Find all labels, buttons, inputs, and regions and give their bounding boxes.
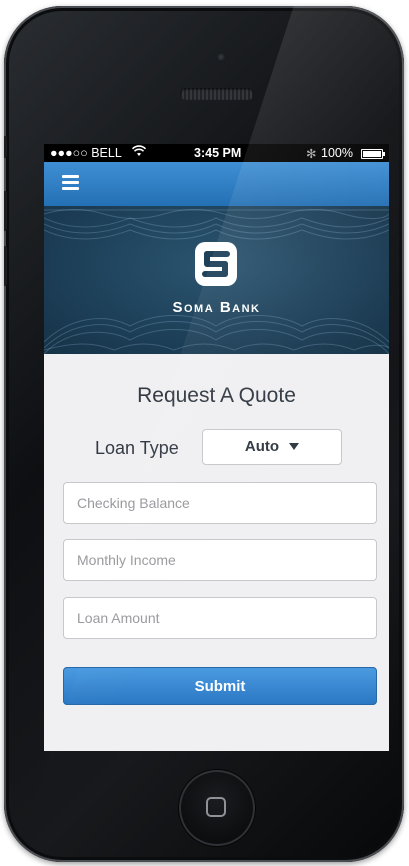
loan-type-label: Loan Type	[95, 438, 179, 458]
dropdown-caret-icon	[289, 443, 300, 450]
home-square-icon	[206, 797, 226, 817]
battery-percent: 100%	[321, 146, 353, 160]
page-title: Request A Quote	[137, 384, 296, 407]
home-button[interactable]	[179, 770, 255, 846]
bank-banner: Soma Bank	[44, 206, 389, 354]
front-camera	[216, 52, 226, 62]
mute-switch	[4, 136, 7, 158]
loan-type-value: Auto	[244, 438, 280, 455]
checking-balance-input[interactable]	[63, 482, 377, 524]
clock: 3:45 PM	[194, 146, 242, 160]
loan-amount-input[interactable]	[63, 597, 377, 639]
status-bar: ●●●○○ BELL 3:45 PM ✻ 100%	[44, 144, 389, 162]
hamburger-menu-icon[interactable]	[62, 175, 79, 190]
loan-type-select[interactable]: Auto	[202, 429, 342, 465]
nav-bar	[44, 162, 389, 206]
wifi-icon	[131, 145, 147, 160]
battery-icon	[361, 149, 385, 159]
volume-down-button	[4, 246, 7, 286]
bank-name-text: Soma Bank	[172, 299, 261, 316]
earpiece-speaker	[180, 88, 254, 100]
bank-name: Soma Bank	[44, 299, 389, 316]
volume-up-button	[4, 191, 7, 231]
submit-button[interactable]: Submit	[63, 667, 377, 705]
quote-form: Request A Quote Loan Type Auto Submit	[44, 354, 389, 751]
carrier-signal: ●●●○○ BELL	[50, 146, 122, 160]
phone-frame: ●●●○○ BELL 3:45 PM ✻ 100% Soma Bank Requ…	[4, 6, 404, 862]
phone-screen: ●●●○○ BELL 3:45 PM ✻ 100% Soma Bank Requ…	[44, 144, 389, 751]
soma-s-logo-icon	[195, 242, 237, 286]
monthly-income-input[interactable]	[63, 539, 377, 581]
bluetooth-icon: ✻	[306, 147, 317, 161]
